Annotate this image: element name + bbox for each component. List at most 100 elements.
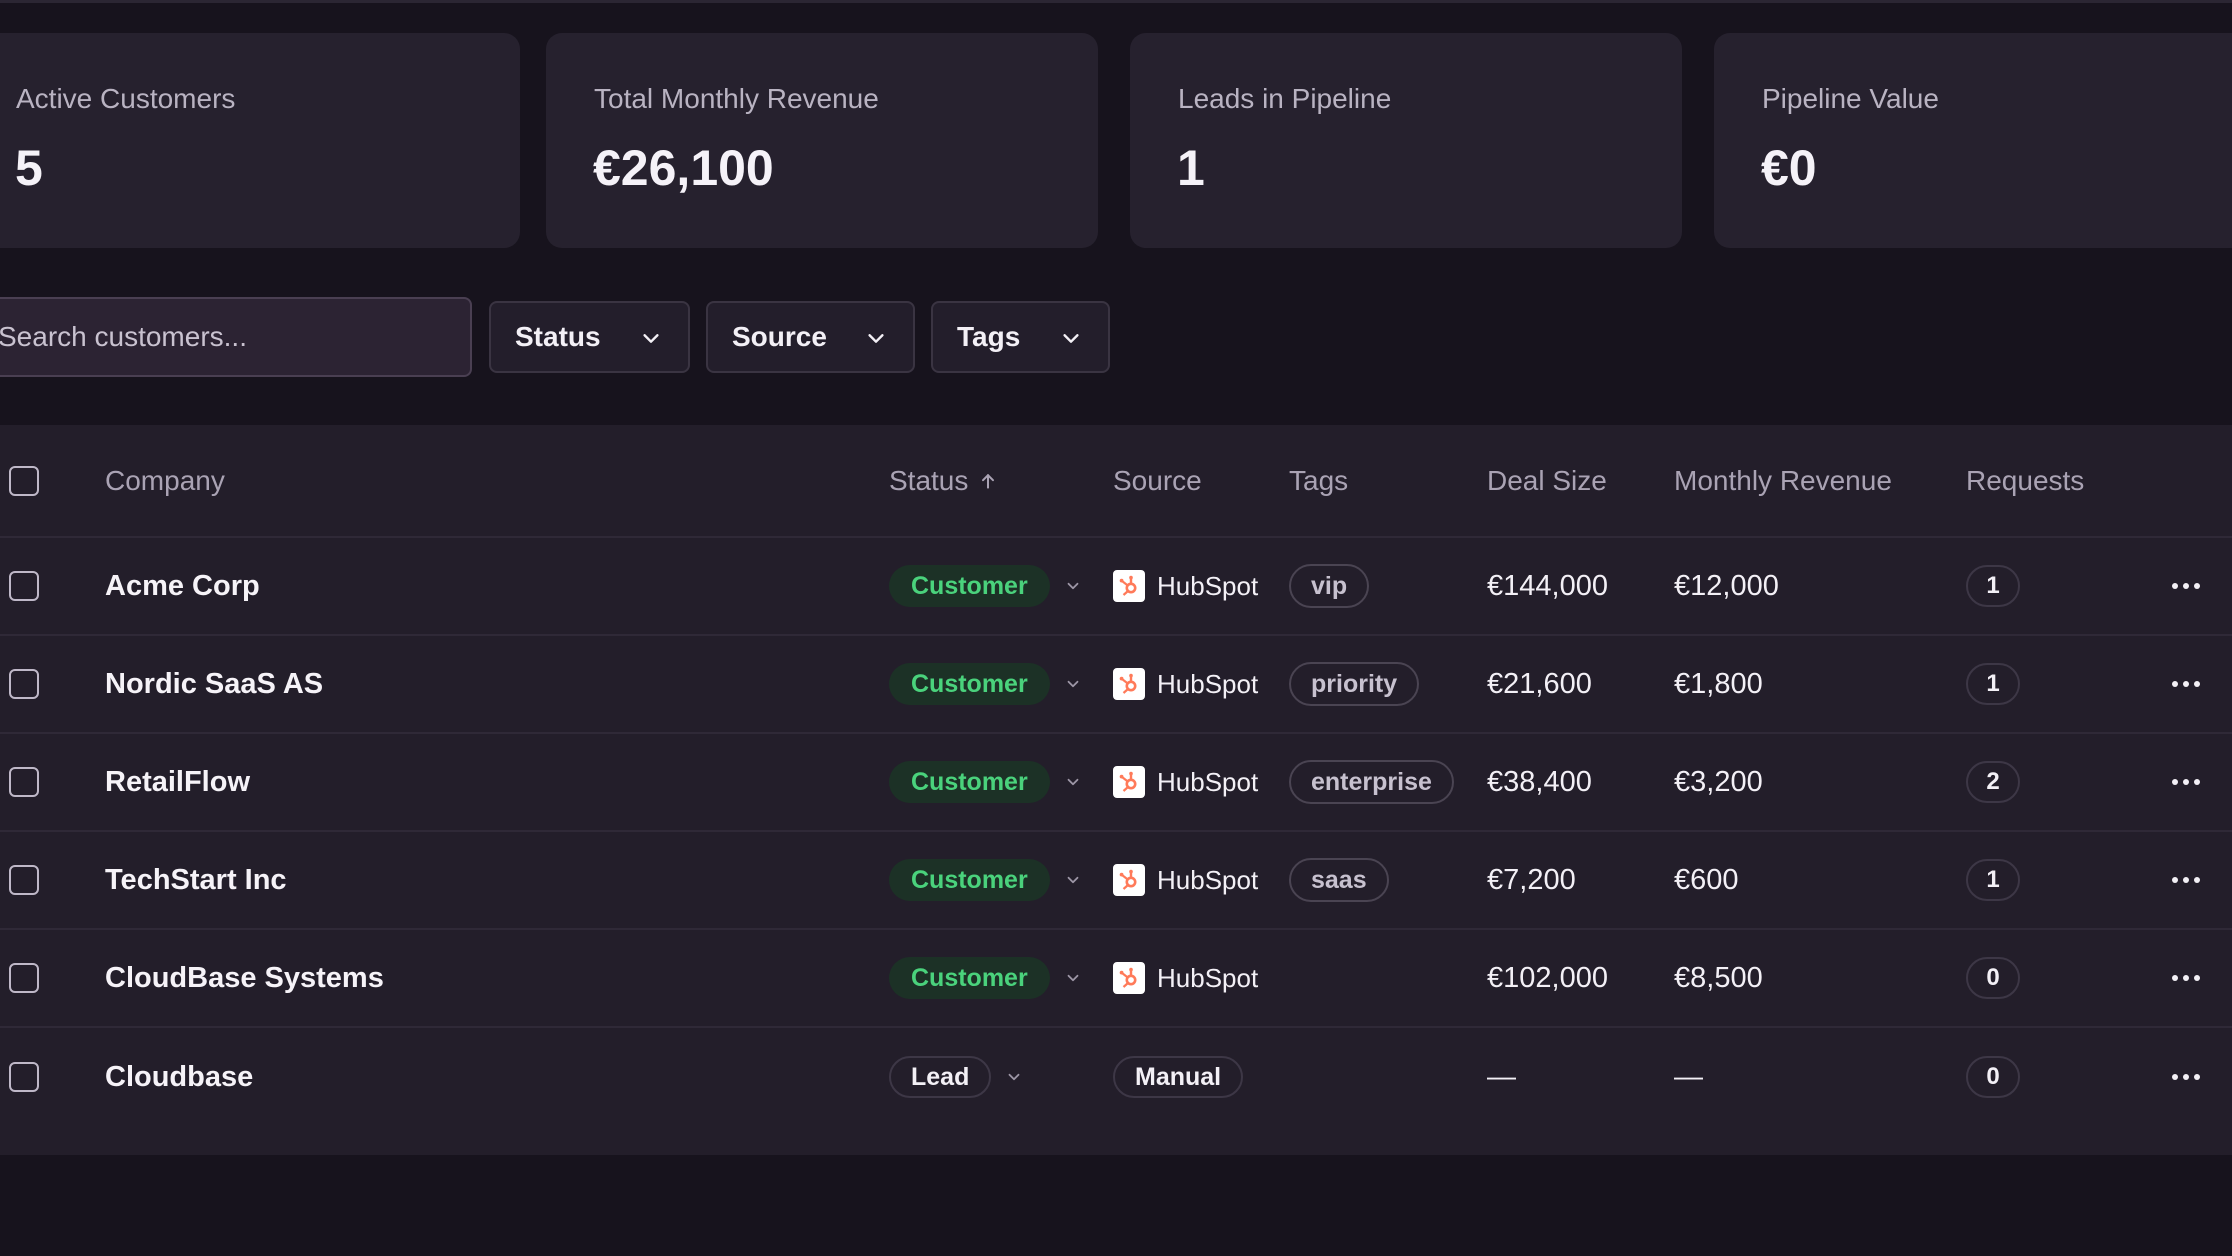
status-filter-label: Status	[515, 321, 601, 352]
source-filter-button[interactable]: Source	[706, 301, 915, 373]
chevron-down-icon	[1067, 974, 1079, 982]
monthly-revenue-value: €8,500	[1674, 961, 1763, 994]
status-dropdown[interactable]: Lead	[889, 1028, 1023, 1126]
row-checkbox[interactable]	[9, 571, 39, 601]
row-checkbox[interactable]	[9, 963, 39, 993]
requests-cell: 1	[1966, 832, 2020, 928]
row-actions-button[interactable]	[2168, 832, 2204, 928]
hubspot-icon	[1113, 864, 1145, 896]
tag-chip[interactable]: vip	[1289, 564, 1370, 608]
top-divider	[0, 0, 2232, 3]
status-dropdown[interactable]: Customer	[889, 832, 1082, 928]
tags-filter-button[interactable]: Tags	[931, 301, 1110, 373]
status-filter-button[interactable]: Status	[489, 301, 690, 373]
row-checkbox[interactable]	[9, 1062, 39, 1092]
monthly-revenue-value: €12,000	[1674, 569, 1779, 602]
company-name[interactable]: Cloudbase	[105, 1028, 253, 1126]
tags-cell: enterprise	[1289, 734, 1454, 830]
stat-label: Active Customers	[16, 83, 236, 114]
source-label: HubSpot	[1157, 570, 1259, 601]
column-header-company[interactable]: Company	[105, 425, 225, 536]
row-actions-button[interactable]	[2168, 538, 2204, 634]
status-dropdown[interactable]: Customer	[889, 636, 1082, 732]
stat-label: Pipeline Value	[1762, 83, 1939, 114]
requests-cell: 2	[1966, 734, 2020, 830]
status-badge: Customer	[889, 859, 1050, 901]
source-label: HubSpot	[1157, 962, 1259, 993]
row-actions-button[interactable]	[2168, 636, 2204, 732]
select-all-checkbox[interactable]	[9, 465, 39, 496]
table-row[interactable]: Cloudbase Lead Manual — — 0	[0, 1028, 2232, 1126]
more-horizontal-icon	[2172, 1074, 2200, 1080]
requests-cell: 1	[1966, 538, 2020, 634]
search-box[interactable]	[0, 297, 472, 377]
column-header-status-label: Status	[889, 464, 969, 496]
tags-filter-label: Tags	[957, 321, 1021, 352]
column-header-deal-size[interactable]: Deal Size	[1487, 425, 1607, 536]
source-badge: Manual	[1113, 1056, 1244, 1098]
chevron-down-icon	[1067, 876, 1079, 884]
requests-cell: 1	[1966, 636, 2020, 732]
requests-count-badge: 2	[1966, 761, 2020, 803]
monthly-revenue-value: —	[1674, 1060, 1703, 1093]
row-actions-button[interactable]	[2168, 1028, 2204, 1126]
tags-cell: saas	[1289, 832, 1389, 928]
tags-cell: vip	[1289, 538, 1370, 634]
hubspot-icon	[1113, 766, 1145, 798]
company-name[interactable]: TechStart Inc	[105, 832, 287, 928]
status-dropdown[interactable]: Customer	[889, 734, 1082, 830]
source-label: HubSpot	[1157, 864, 1259, 895]
tag-chip[interactable]: priority	[1289, 662, 1420, 706]
more-horizontal-icon	[2172, 877, 2200, 883]
requests-cell: 0	[1966, 1028, 2020, 1126]
source-cell: HubSpot	[1113, 832, 1258, 928]
row-checkbox[interactable]	[9, 767, 39, 797]
column-header-monthly-revenue[interactable]: Monthly Revenue	[1674, 425, 1892, 536]
tag-chip[interactable]: saas	[1289, 858, 1389, 902]
column-header-source[interactable]: Source	[1113, 425, 1202, 536]
deal-size-value: €144,000	[1487, 569, 1608, 602]
table-header-row: Company Status Source Tags Deal Size Mon…	[0, 425, 2232, 538]
stat-card-leads-in-pipeline: Leads in Pipeline 1	[1130, 33, 1682, 248]
row-checkbox[interactable]	[9, 669, 39, 699]
stat-label: Total Monthly Revenue	[594, 83, 879, 114]
status-dropdown[interactable]: Customer	[889, 930, 1082, 1026]
table-row[interactable]: TechStart Inc Customer HubSpot saas €7,2…	[0, 832, 2232, 930]
search-input[interactable]	[0, 299, 470, 375]
company-name[interactable]: Nordic SaaS AS	[105, 636, 323, 732]
status-badge: Customer	[889, 761, 1050, 803]
column-header-tags[interactable]: Tags	[1289, 425, 1348, 536]
company-name[interactable]: RetailFlow	[105, 734, 250, 830]
source-label: HubSpot	[1157, 766, 1259, 797]
source-cell: Manual	[1113, 1028, 1244, 1126]
row-actions-button[interactable]	[2168, 930, 2204, 1026]
company-name[interactable]: CloudBase Systems	[105, 930, 384, 1026]
table-row[interactable]: CloudBase Systems Customer HubSpot €102,…	[0, 930, 2232, 1028]
stat-value: 5	[15, 140, 43, 196]
requests-cell: 0	[1966, 930, 2020, 1026]
status-dropdown[interactable]: Customer	[889, 538, 1082, 634]
monthly-revenue-value: €1,800	[1674, 667, 1763, 700]
column-header-status[interactable]: Status	[889, 425, 998, 536]
chevron-down-icon	[868, 334, 884, 343]
source-cell: HubSpot	[1113, 930, 1258, 1026]
row-actions-button[interactable]	[2168, 734, 2204, 830]
table-row[interactable]: Acme Corp Customer HubSpot vip €144,000 …	[0, 538, 2232, 636]
row-checkbox[interactable]	[9, 865, 39, 895]
requests-count-badge: 1	[1966, 565, 2020, 607]
status-badge: Customer	[889, 957, 1050, 999]
source-cell: HubSpot	[1113, 734, 1258, 830]
source-cell: HubSpot	[1113, 636, 1258, 732]
chevron-down-icon	[1008, 1073, 1020, 1081]
deal-size-value: €7,200	[1487, 863, 1576, 896]
monthly-revenue-value: €3,200	[1674, 765, 1763, 798]
deal-size-value: —	[1487, 1060, 1516, 1093]
tag-chip[interactable]: enterprise	[1289, 760, 1454, 804]
hubspot-icon	[1113, 668, 1145, 700]
company-name[interactable]: Acme Corp	[105, 538, 260, 634]
column-header-requests[interactable]: Requests	[1966, 425, 2084, 536]
source-filter-label: Source	[732, 321, 827, 352]
deal-size-value: €21,600	[1487, 667, 1592, 700]
table-row[interactable]: RetailFlow Customer HubSpot enterprise €…	[0, 734, 2232, 832]
table-row[interactable]: Nordic SaaS AS Customer HubSpot priority…	[0, 636, 2232, 734]
